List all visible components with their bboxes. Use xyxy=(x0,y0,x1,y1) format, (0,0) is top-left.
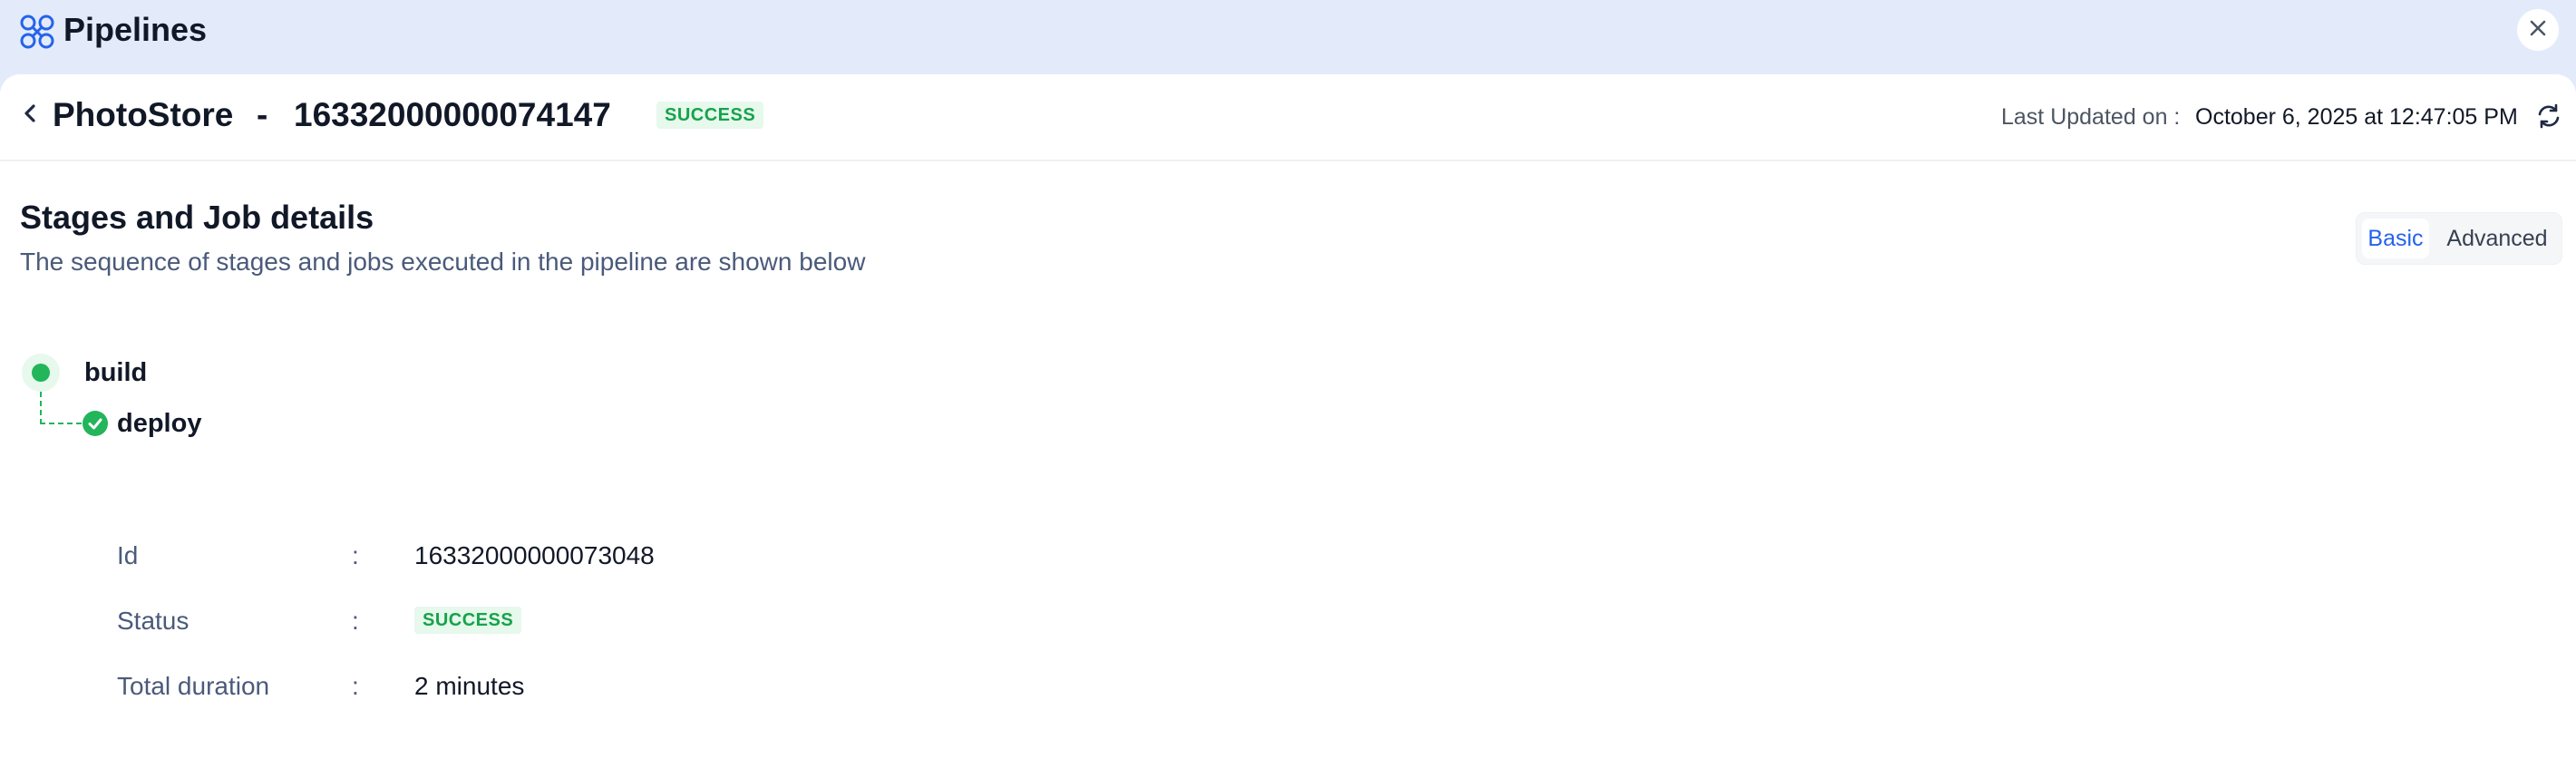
status-badge: SUCCESS xyxy=(656,102,764,129)
last-updated-value: October 6, 2025 at 12:47:05 PM xyxy=(2195,104,2518,130)
job-duration-value: 2 minutes xyxy=(414,672,525,700)
app-title: Pipelines xyxy=(63,11,208,48)
title-separator: - xyxy=(257,96,268,133)
run-id: 16332000000074147 xyxy=(294,96,611,133)
last-updated-label: Last Updated on : xyxy=(2001,104,2181,130)
advanced-view-button[interactable]: Advanced xyxy=(2438,219,2556,258)
job-name[interactable]: deploy xyxy=(117,407,201,440)
basic-view-button[interactable]: Basic xyxy=(2362,219,2429,258)
job-status-badge: SUCCESS xyxy=(414,607,522,634)
run-header: PhotoStore - 16332000000074147 SUCCESS L… xyxy=(0,74,2576,161)
job-status-colon: : xyxy=(352,607,359,635)
section-subtitle: The sequence of stages and jobs executed… xyxy=(20,248,866,276)
check-circle-icon xyxy=(83,411,108,436)
back-chevron-icon[interactable] xyxy=(18,102,42,125)
section-title: Stages and Job details xyxy=(20,199,374,236)
top-bar: Pipelines xyxy=(0,0,2576,74)
job-id-value: 16332000000073048 xyxy=(414,541,655,569)
close-button[interactable] xyxy=(2517,9,2559,51)
view-toggle: Basic Advanced xyxy=(2356,212,2562,265)
stage-name[interactable]: build xyxy=(84,356,147,389)
close-icon xyxy=(2528,18,2548,43)
job-duration-label: Total duration xyxy=(117,672,270,700)
job-id-label: Id xyxy=(117,541,139,569)
stage-success-dot-icon xyxy=(32,364,50,382)
pipelines-icon xyxy=(18,13,56,51)
job-duration-colon: : xyxy=(352,672,359,700)
job-id-colon: : xyxy=(352,541,359,569)
details-panel: PhotoStore - 16332000000074147 SUCCESS L… xyxy=(0,74,2576,768)
stage-job-connector xyxy=(40,392,82,424)
refresh-icon[interactable] xyxy=(2535,102,2562,130)
job-status-label: Status xyxy=(117,607,190,635)
project-name: PhotoStore xyxy=(53,96,234,133)
